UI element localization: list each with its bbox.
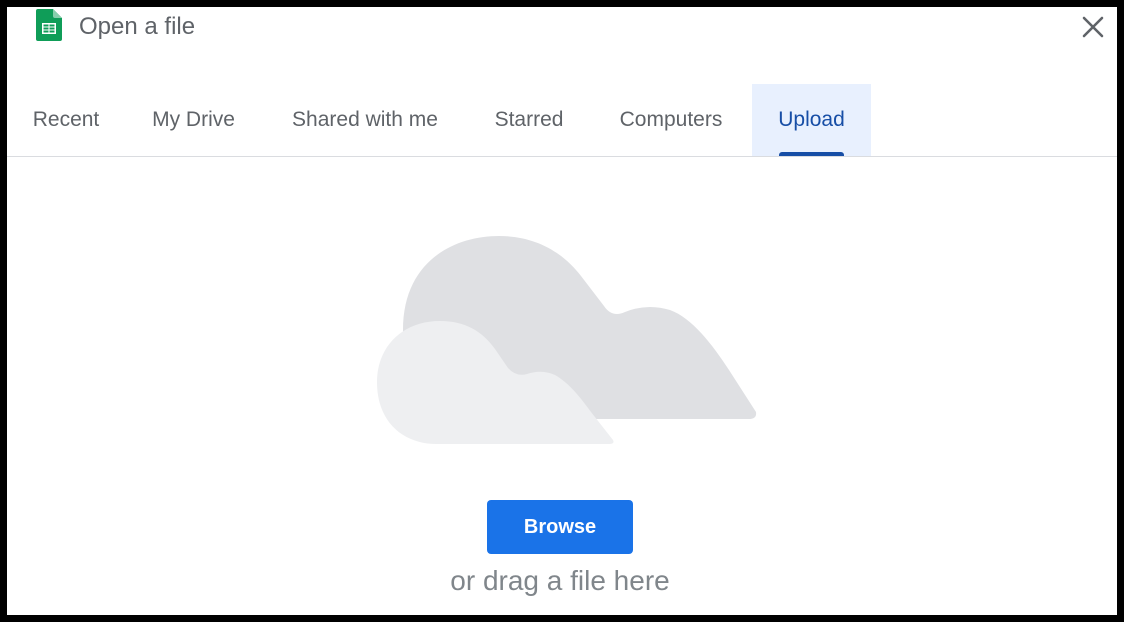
tab-computers[interactable]: Computers xyxy=(590,84,752,156)
tab-label: My Drive xyxy=(152,108,235,131)
tab-shared-with-me[interactable]: Shared with me xyxy=(262,84,468,156)
google-sheets-icon xyxy=(36,9,62,41)
open-file-dialog: Open a file Recent My Drive Shared with … xyxy=(7,7,1117,615)
tab-label: Computers xyxy=(619,108,723,131)
browse-button[interactable]: Browse xyxy=(487,500,633,554)
close-icon xyxy=(1082,16,1104,38)
dialog-header: Open a file xyxy=(7,7,1117,67)
tab-bar: Recent My Drive Shared with me Starred C… xyxy=(7,84,1117,157)
close-button[interactable] xyxy=(1079,13,1107,41)
tab-upload[interactable]: Upload xyxy=(752,84,871,156)
tab-recent[interactable]: Recent xyxy=(7,84,125,156)
cloud-illustration xyxy=(377,236,757,444)
tab-my-drive[interactable]: My Drive xyxy=(125,84,262,156)
tab-label: Starred xyxy=(494,108,564,131)
tab-label: Upload xyxy=(778,108,845,131)
drag-drop-hint: or drag a file here xyxy=(450,565,670,596)
active-tab-indicator xyxy=(779,152,844,156)
dialog-title: Open a file xyxy=(79,13,196,40)
tab-starred[interactable]: Starred xyxy=(468,84,590,156)
tab-label: Recent xyxy=(32,108,100,131)
tab-label: Shared with me xyxy=(292,108,438,131)
